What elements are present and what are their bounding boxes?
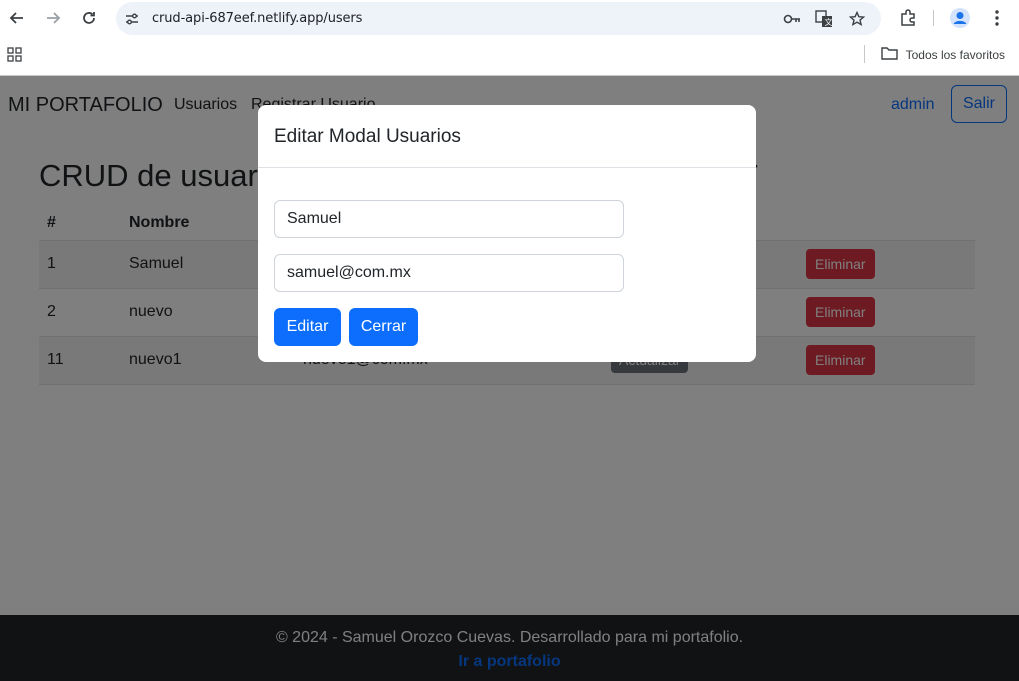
modal-title: Editar Modal Usuarios	[274, 126, 461, 147]
all-bookmarks-folder[interactable]: Todos los favoritos	[880, 46, 1005, 63]
bookmarks-divider	[864, 45, 865, 63]
browser-chrome: crud-api-687eef.netlify.app/users 文 Todo…	[0, 0, 1019, 76]
forward-icon[interactable]	[41, 6, 65, 30]
email-input[interactable]	[274, 254, 624, 292]
folder-icon	[880, 46, 898, 63]
star-icon[interactable]	[847, 9, 867, 29]
url-text[interactable]: crud-api-687eef.netlify.app/users	[152, 11, 362, 26]
translate-icon[interactable]: 文	[814, 9, 834, 29]
apps-grid-icon[interactable]	[7, 47, 22, 67]
toolbar-divider	[933, 10, 934, 26]
menu-kebab-icon[interactable]	[985, 6, 1009, 30]
reload-icon[interactable]	[77, 6, 101, 30]
modal-header: Editar Modal Usuarios	[258, 105, 756, 168]
edit-user-modal: Editar Modal Usuarios Editar Cerrar	[258, 105, 756, 362]
profile-avatar-icon[interactable]	[948, 6, 972, 30]
edit-button[interactable]: Editar	[274, 308, 341, 346]
back-icon[interactable]	[5, 6, 29, 30]
extensions-icon[interactable]	[896, 6, 920, 30]
key-icon[interactable]	[782, 9, 802, 29]
bookmarks-folder-label: Todos los favoritos	[905, 47, 1005, 62]
address-bar[interactable]: crud-api-687eef.netlify.app/users 文	[116, 2, 881, 35]
name-input[interactable]	[274, 200, 624, 238]
svg-text:文: 文	[825, 17, 833, 27]
site-settings-icon[interactable]	[122, 9, 142, 29]
close-button[interactable]: Cerrar	[349, 308, 418, 346]
